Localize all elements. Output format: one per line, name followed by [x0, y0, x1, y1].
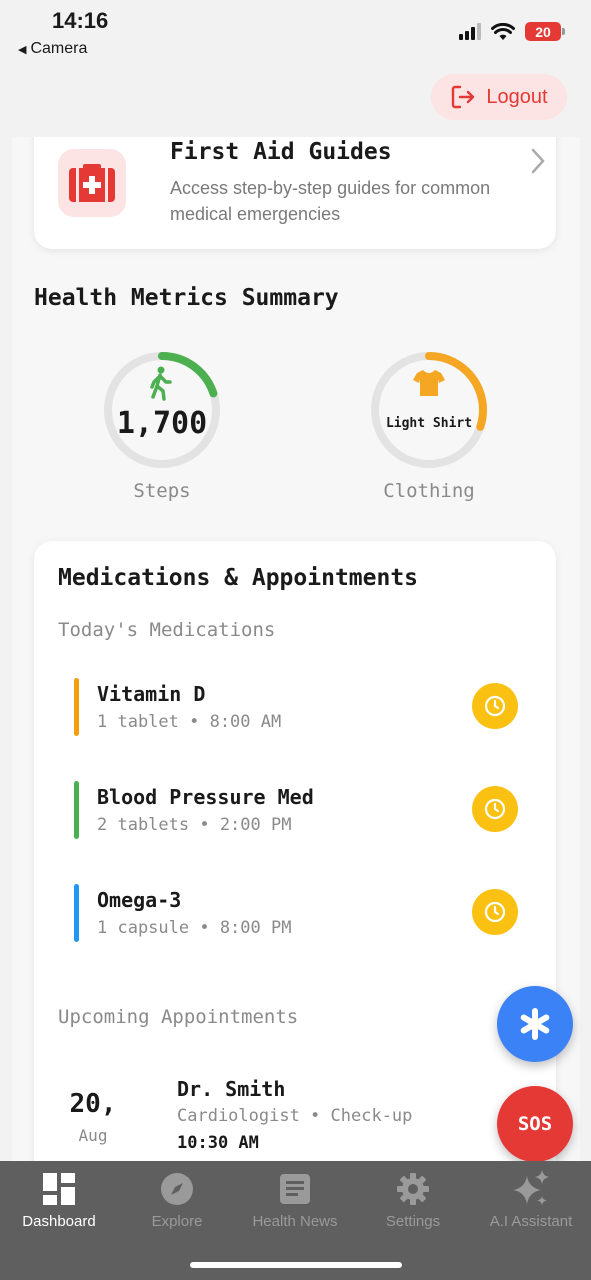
clock-icon: [484, 901, 506, 923]
tab-dashboard-label: Dashboard: [22, 1213, 96, 1230]
tshirt-icon: [413, 370, 445, 396]
medication-item[interactable]: Omega-3 1 capsule • 8:00 PM: [74, 884, 524, 944]
chevron-right-icon: [531, 148, 545, 174]
medication-color-bar: [74, 678, 79, 736]
emergency-asterisk-button[interactable]: [497, 986, 573, 1062]
medication-reminder-button[interactable]: [472, 889, 518, 935]
medication-name: Omega-3: [97, 888, 182, 912]
upcoming-appointments-header: Upcoming Appointments: [58, 1006, 299, 1028]
clothing-value: Light Shirt: [385, 416, 473, 431]
compass-icon: [118, 1169, 236, 1209]
tab-explore[interactable]: Explore: [118, 1169, 236, 1230]
sparkle-icon: [472, 1169, 590, 1209]
medications-appointments-title: Medications & Appointments: [58, 565, 419, 591]
logout-label: Logout: [486, 85, 548, 108]
medication-color-bar: [74, 884, 79, 942]
medication-reminder-button[interactable]: [472, 786, 518, 832]
news-icon: [236, 1169, 354, 1209]
dashboard-scroll-area[interactable]: First Aid Guides Access step-by-step gui…: [12, 137, 580, 1161]
clock-icon: [484, 695, 506, 717]
first-aid-description: Access step-by-step guides for common me…: [170, 178, 491, 224]
medication-name: Vitamin D: [97, 682, 206, 706]
sos-label: SOS: [517, 1113, 553, 1135]
tab-health-news-label: Health News: [252, 1213, 338, 1230]
status-time: 14:16: [52, 8, 109, 33]
medication-name: Blood Pressure Med: [97, 785, 314, 809]
clothing-progress-ring: [371, 352, 487, 468]
appointment-doctor: Dr. Smith: [177, 1077, 286, 1101]
steps-label: Steps: [133, 480, 191, 502]
back-to-camera-label: Camera: [30, 40, 88, 57]
dashboard-icon: [0, 1169, 118, 1209]
walking-person-icon: [150, 366, 172, 401]
logout-icon: [452, 85, 475, 109]
gear-icon: [354, 1169, 472, 1209]
health-metrics-title: Health Metrics Summary: [34, 285, 339, 311]
tab-dashboard[interactable]: Dashboard: [0, 1169, 118, 1230]
medication-detail: 1 capsule • 8:00 PM: [97, 918, 292, 938]
sos-button[interactable]: SOS: [497, 1086, 573, 1162]
appointment-day: 20,: [69, 1089, 117, 1119]
wifi-icon: [491, 22, 515, 40]
medication-item[interactable]: Blood Pressure Med 2 tablets • 2:00 PM: [74, 781, 524, 841]
tab-health-news[interactable]: Health News: [236, 1169, 354, 1230]
steps-metric[interactable]: 1,700 Steps: [92, 340, 232, 510]
cellular-signal-icon: [459, 23, 481, 40]
appointment-time: 10:30 AM: [177, 1133, 259, 1153]
clothing-label: Clothing: [383, 480, 475, 502]
asterisk-icon: [520, 1008, 550, 1040]
medication-reminder-button[interactable]: [472, 683, 518, 729]
tab-explore-label: Explore: [151, 1213, 203, 1230]
medication-detail: 1 tablet • 8:00 AM: [97, 712, 282, 732]
back-to-camera[interactable]: ◀ Camera: [18, 40, 87, 58]
system-indicators: 20: [459, 22, 565, 41]
first-aid-title: First Aid Guides: [170, 139, 392, 165]
tab-settings-label: Settings: [385, 1213, 441, 1230]
first-aid-kit-icon: [58, 149, 126, 217]
tab-settings[interactable]: Settings: [354, 1169, 472, 1230]
tab-ai-assistant-label: A.I Assistant: [489, 1213, 573, 1230]
back-arrow-icon: ◀: [18, 43, 27, 56]
clothing-metric[interactable]: Light Shirt Clothing: [359, 340, 499, 510]
medications-appointments-card: Medications & Appointments Today's Medic…: [34, 541, 556, 1161]
logout-button[interactable]: Logout: [431, 74, 567, 120]
first-aid-guides-card[interactable]: First Aid Guides Access step-by-step gui…: [34, 137, 556, 249]
appointment-item[interactable]: 20, Aug Dr. Smith Cardiologist • Check-u…: [64, 1075, 544, 1155]
appointment-month: Aug: [78, 1126, 108, 1145]
tab-ai-assistant[interactable]: A.I Assistant: [472, 1169, 590, 1230]
battery-level: 20: [535, 23, 551, 40]
home-indicator[interactable]: [190, 1262, 402, 1268]
status-bar: 14:16 ◀ Camera 20: [0, 0, 591, 64]
todays-medications-header: Today's Medications: [58, 619, 276, 641]
clock-icon: [484, 798, 506, 820]
medication-detail: 2 tablets • 2:00 PM: [97, 815, 292, 835]
steps-value: 1,700: [116, 406, 208, 441]
medication-color-bar: [74, 781, 79, 839]
battery-icon: 20: [525, 22, 565, 41]
medication-item[interactable]: Vitamin D 1 tablet • 8:00 AM: [74, 678, 524, 738]
appointment-specialty: Cardiologist • Check-up: [177, 1106, 413, 1126]
